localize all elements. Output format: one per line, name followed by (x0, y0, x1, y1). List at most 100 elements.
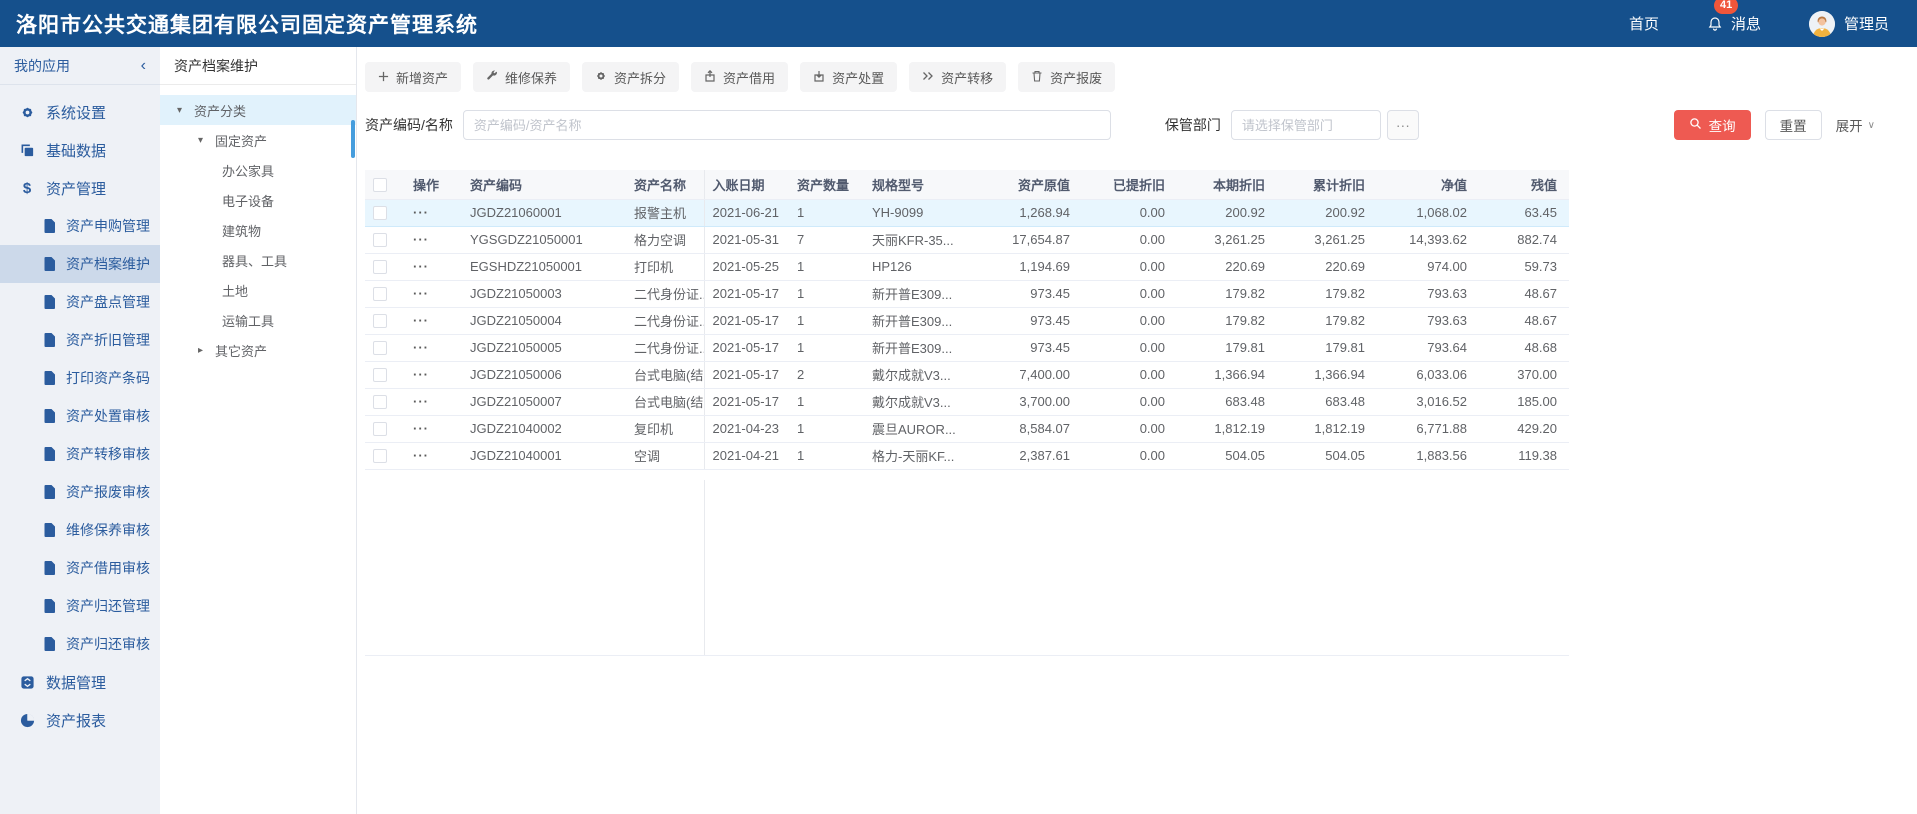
fixed-column-divider (704, 480, 705, 655)
cell-net-value: 793.63 (1377, 307, 1479, 335)
tree-node-office-furniture[interactable]: 办公家具 (160, 155, 356, 185)
cell-accrued-depreciation: 0.00 (1082, 307, 1177, 335)
transfer-asset-button[interactable]: 资产转移 (909, 62, 1007, 92)
tree-node-other-assets[interactable]: ▸ 其它资产 (160, 335, 356, 365)
cell-asset-code: JGDZ21060001 (462, 199, 626, 227)
tree-scrollbar-thumb[interactable] (351, 120, 355, 158)
maintenance-button[interactable]: 维修保养 (473, 62, 571, 92)
row-checkbox[interactable] (373, 287, 387, 302)
row-checkbox[interactable] (373, 368, 387, 383)
sidebar-subitem-return-audit[interactable]: 资产归还审核 (0, 625, 160, 663)
sidebar-subitem-asset-purchase[interactable]: 资产申购管理 (0, 207, 160, 245)
sidebar-item-base-data[interactable]: 基础数据 (0, 131, 160, 169)
cell-entry-date: 2021-05-17 (704, 388, 789, 416)
sidebar-subitem-scrap-audit[interactable]: 资产报废审核 (0, 473, 160, 511)
caret-down-icon[interactable]: ▾ (177, 105, 187, 116)
cell-current-depreciation: 3,261.25 (1177, 226, 1277, 254)
row-actions-button[interactable]: ··· (413, 448, 429, 463)
box-out-icon (813, 70, 825, 85)
cell-asset-code: YGSGDZ21050001 (462, 226, 626, 254)
reset-button[interactable]: 重置 (1764, 110, 1822, 140)
tree-node-fixed-assets[interactable]: ▾ 固定资产 (160, 125, 356, 155)
cell-entry-date: 2021-05-17 (704, 307, 789, 335)
sidebar-subitem-asset-depreciation[interactable]: 资产折旧管理 (0, 321, 160, 359)
cell-entry-date: 2021-05-17 (704, 334, 789, 362)
table-row: ··· JGDZ21050003 二代身份证... 2021-05-17 1 新… (365, 280, 1569, 308)
row-checkbox[interactable] (373, 206, 387, 221)
dispose-asset-button[interactable]: 资产处置 (800, 62, 898, 92)
row-actions-button[interactable]: ··· (413, 232, 429, 247)
tree-node-asset-category[interactable]: ▾ 资产分类 (160, 95, 356, 125)
caret-down-icon[interactable]: ▾ (198, 135, 208, 146)
user-menu[interactable]: 管理员 (1808, 10, 1889, 37)
cell-quantity: 1 (789, 280, 864, 308)
sidebar-subitem-asset-archive[interactable]: 资产档案维护 (0, 245, 160, 283)
cell-residual-value: 63.45 (1479, 199, 1569, 227)
cell-residual-value: 119.38 (1479, 442, 1569, 470)
sidebar-subitem-borrow-audit[interactable]: 资产借用审核 (0, 549, 160, 587)
row-checkbox[interactable] (373, 260, 387, 275)
cell-accumulated-depreciation: 179.82 (1277, 280, 1377, 308)
row-checkbox[interactable] (373, 233, 387, 248)
sidebar-item-data-management[interactable]: 数据管理 (0, 663, 160, 701)
sidebar-item-asset-management[interactable]: $ 资产管理 (0, 169, 160, 207)
cell-original-value: 973.45 (982, 334, 1082, 362)
row-checkbox[interactable] (373, 314, 387, 329)
tree-node-buildings[interactable]: 建筑物 (160, 215, 356, 245)
cell-asset-code: JGDZ21050006 (462, 361, 626, 389)
row-actions-button[interactable]: ··· (413, 421, 429, 436)
tree-node-tools[interactable]: 器具、工具 (160, 245, 356, 275)
tree-node-electronic-equipment[interactable]: 电子设备 (160, 185, 356, 215)
sidebar-subitem-transfer-audit[interactable]: 资产转移审核 (0, 435, 160, 473)
sidebar-item-asset-reports[interactable]: 资产报表 (0, 701, 160, 739)
row-actions-button[interactable]: ··· (413, 313, 429, 328)
caret-right-icon[interactable]: ▸ (198, 345, 208, 356)
sidebar-subitem-return-management[interactable]: 资产归还管理 (0, 587, 160, 625)
split-asset-button[interactable]: 资产拆分 (582, 62, 680, 92)
dept-input[interactable] (1230, 110, 1381, 140)
borrow-asset-button[interactable]: 资产借用 (691, 62, 789, 92)
table-row: ··· JGDZ21060001 报警主机 2021-06-21 1 YH-90… (365, 199, 1569, 227)
sidebar: 我的应用 ‹ 系统设置 基础数据 $ 资产管理 资产申购管理 资产档案维护 资产… (0, 47, 160, 814)
sidebar-subitem-disposal-audit[interactable]: 资产处置审核 (0, 397, 160, 435)
row-actions-button[interactable]: ··· (413, 367, 429, 382)
sidebar-subitem-asset-inventory[interactable]: 资产盘点管理 (0, 283, 160, 321)
column-header-residual-value: 残值 (1479, 170, 1569, 200)
asset-code-input[interactable] (462, 110, 1111, 140)
tree-node-land[interactable]: 土地 (160, 275, 356, 305)
add-asset-button[interactable]: 新增资产 (365, 62, 462, 92)
row-actions-button[interactable]: ··· (413, 394, 429, 409)
cell-net-value: 1,883.56 (1377, 442, 1479, 470)
row-actions-button[interactable]: ··· (413, 259, 429, 274)
dept-picker-button[interactable]: ··· (1386, 110, 1419, 140)
row-actions-button[interactable]: ··· (413, 340, 429, 355)
nav-home[interactable]: 首页 (1629, 13, 1659, 34)
sidebar-subitem-maintenance-audit[interactable]: 维修保养审核 (0, 511, 160, 549)
table-row: ··· JGDZ21050006 台式电脑(结... 2021-05-17 2 … (365, 361, 1569, 389)
select-all-checkbox[interactable] (373, 178, 387, 193)
sidebar-subitem-print-barcode[interactable]: 打印资产条码 (0, 359, 160, 397)
row-checkbox[interactable] (373, 449, 387, 464)
tree-node-transport[interactable]: 运输工具 (160, 305, 356, 335)
table-row: ··· JGDZ21050004 二代身份证... 2021-05-17 1 新… (365, 307, 1569, 335)
cell-quantity: 1 (789, 388, 864, 416)
row-checkbox[interactable] (373, 341, 387, 356)
search-button[interactable]: 查询 (1673, 110, 1751, 140)
table-row: ··· YGSGDZ21050001 格力空调 2021-05-31 7 天丽K… (365, 226, 1569, 254)
filter-bar: 资产编码/名称 保管部门 ··· 查询 重置 展开 ∨ (365, 110, 1875, 140)
header-nav: 首页 41 消息 管理员 (1629, 0, 1889, 37)
scrap-asset-button[interactable]: 资产报废 (1018, 62, 1116, 92)
row-checkbox[interactable] (373, 395, 387, 410)
row-actions-button[interactable]: ··· (413, 205, 429, 220)
cell-asset-name: 二代身份证... (626, 334, 705, 362)
messages-button[interactable]: 41 消息 (1707, 0, 1761, 34)
expand-toggle[interactable]: 展开 ∨ (1836, 115, 1875, 135)
row-checkbox[interactable] (373, 422, 387, 437)
cell-asset-name: 空调 (626, 442, 705, 470)
sidebar-item-system-settings[interactable]: 系统设置 (0, 93, 160, 131)
collapse-sidebar-icon[interactable]: ‹ (141, 57, 146, 74)
document-icon (42, 522, 58, 538)
row-actions-button[interactable]: ··· (413, 286, 429, 301)
document-icon (42, 560, 58, 576)
cell-asset-code: JGDZ21040002 (462, 415, 626, 443)
